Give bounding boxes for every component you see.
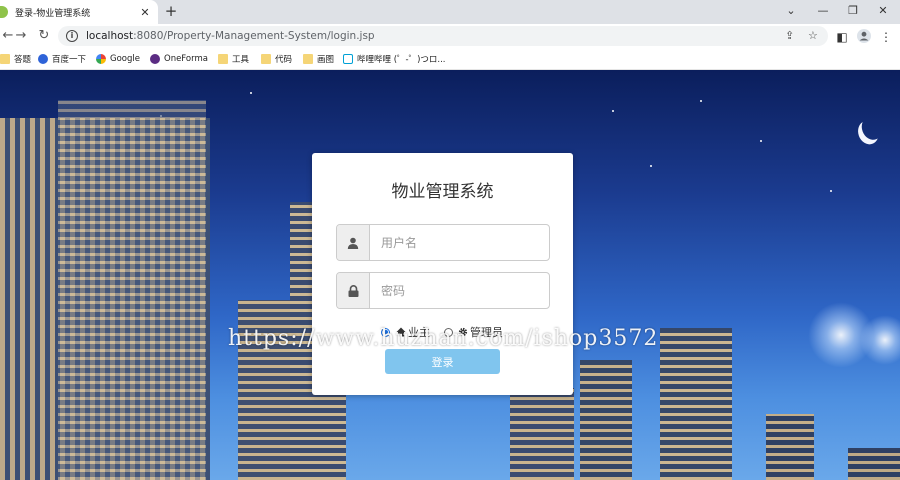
crescent-moon-icon <box>858 113 885 142</box>
bookmark-item[interactable]: OneForma <box>150 52 208 66</box>
bookmark-item[interactable]: 百度一下 <box>38 52 86 66</box>
profile-avatar-icon[interactable] <box>856 29 872 45</box>
bookmark-label: 百度一下 <box>52 55 87 65</box>
browser-toolbar: ← → ↻ i localhost:8080/Property-Manageme… <box>0 24 900 48</box>
side-panel-icon[interactable]: ◧ <box>834 29 850 45</box>
star-decoration <box>650 165 652 167</box>
bookmark-item[interactable]: 哔哩哔哩 (゜-゜)つロ... <box>343 52 446 66</box>
bookmarks-bar: 答题 百度一下 Google OneForma 工具 代码 画图 哔哩哔哩 (゜… <box>0 48 900 70</box>
gear-icon <box>458 327 468 337</box>
bookmark-item[interactable]: 答题 <box>0 52 31 66</box>
star-decoration <box>700 100 702 102</box>
bookmark-item[interactable]: 画图 <box>303 52 334 66</box>
firework-decoration <box>860 315 900 365</box>
menu-kebab-icon[interactable]: ⋮ <box>878 29 894 45</box>
google-icon <box>96 54 106 64</box>
bookmark-label: 画图 <box>317 55 335 65</box>
bookmark-item[interactable]: 代码 <box>261 52 292 66</box>
baidu-icon <box>38 54 48 64</box>
share-icon[interactable]: ⇪ <box>785 29 794 42</box>
login-button[interactable]: 登录 <box>385 349 500 374</box>
bookmark-item[interactable]: 工具 <box>218 52 249 66</box>
bookmark-label: 代码 <box>275 55 293 65</box>
minimize-button[interactable]: — <box>806 0 840 24</box>
role-selector: 业主 管理员 <box>381 325 503 339</box>
bookmark-item[interactable]: Google <box>96 52 140 66</box>
browser-tab[interactable]: 登录-物业管理系统 ✕ <box>0 0 158 24</box>
site-info-icon[interactable]: i <box>66 30 78 42</box>
url-path: :8080/Property-Management-System/login.j… <box>133 30 375 42</box>
password-input[interactable] <box>370 273 549 308</box>
star-decoration <box>760 140 762 142</box>
maximize-button[interactable]: ❐ <box>836 0 870 24</box>
username-input[interactable] <box>370 225 549 260</box>
oneforma-icon <box>150 54 160 64</box>
tab-title: 登录-物业管理系统 <box>15 8 91 19</box>
home-icon <box>396 327 406 337</box>
folder-icon <box>218 54 228 64</box>
building <box>660 328 732 480</box>
role-owner-label: 业主 <box>408 326 430 339</box>
bookmark-label: 哔哩哔哩 (゜-゜)つロ... <box>357 55 446 65</box>
building <box>848 448 900 480</box>
folder-icon <box>0 54 10 64</box>
forward-arrow-icon[interactable]: → <box>13 28 29 44</box>
bookmark-label: 工具 <box>232 55 250 65</box>
bookmark-star-icon[interactable]: ☆ <box>808 29 818 42</box>
radio-owner[interactable] <box>381 327 390 337</box>
tall-building-windows <box>58 100 206 480</box>
url-text: localhost:8080/Property-Management-Syste… <box>86 30 375 42</box>
url-host: localhost <box>86 30 134 42</box>
new-tab-button[interactable]: + <box>162 2 180 20</box>
star-decoration <box>250 92 252 94</box>
bilibili-icon <box>343 54 353 64</box>
folder-icon <box>261 54 271 64</box>
login-title: 物业管理系统 <box>391 182 494 202</box>
tab-search-icon[interactable]: ⌄ <box>774 0 808 24</box>
password-input-group <box>336 272 550 309</box>
username-input-group <box>336 224 550 261</box>
lock-icon <box>337 273 370 308</box>
tab-close-icon[interactable]: ✕ <box>138 6 152 19</box>
bookmark-label: OneForma <box>164 54 208 64</box>
bookmark-label: 答题 <box>14 55 32 65</box>
login-card: 物业管理系统 业主 管理员 登录 <box>312 153 573 395</box>
address-bar[interactable]: i localhost:8080/Property-Management-Sys… <box>58 26 828 46</box>
site-favicon-icon <box>0 6 8 18</box>
role-admin-label: 管理员 <box>470 326 503 339</box>
user-icon <box>337 225 370 260</box>
star-decoration <box>830 190 832 192</box>
tab-strip: 登录-物业管理系统 ✕ + ⌄ — ❐ ✕ <box>0 0 900 24</box>
reload-icon[interactable]: ↻ <box>36 28 52 44</box>
building <box>580 360 632 480</box>
folder-icon <box>303 54 313 64</box>
radio-admin[interactable] <box>444 327 453 337</box>
building <box>766 414 814 480</box>
bookmark-label: Google <box>110 54 140 64</box>
building <box>510 388 574 480</box>
window-close-button[interactable]: ✕ <box>866 0 900 24</box>
star-decoration <box>612 110 614 112</box>
